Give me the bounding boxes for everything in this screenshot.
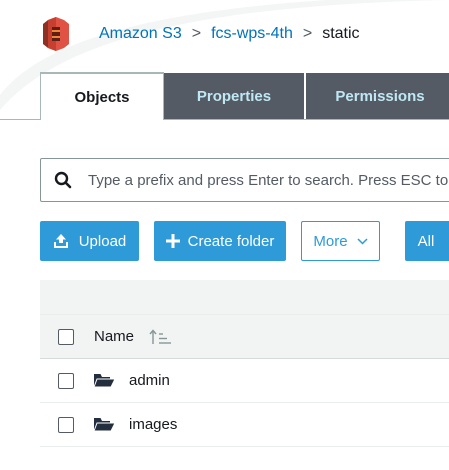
breadcrumb-separator: > (302, 25, 313, 42)
tabs-divider (0, 119, 40, 120)
column-header-name[interactable]: Name (94, 328, 134, 345)
tab-bar: Objects Properties Permissions (40, 72, 449, 120)
upload-button-label: Upload (78, 232, 127, 250)
all-versions-button[interactable]: All (405, 221, 449, 261)
select-all-checkbox[interactable] (58, 328, 74, 345)
row-checkbox[interactable] (58, 372, 74, 389)
search-input[interactable] (88, 171, 449, 189)
folder-open-icon (94, 417, 115, 432)
breadcrumb-link-bucket[interactable]: fcs-wps-4th (211, 25, 293, 43)
tab-properties[interactable]: Properties (164, 73, 306, 119)
tab-objects[interactable]: Objects (40, 72, 164, 120)
table-row[interactable]: images (40, 403, 449, 447)
more-dropdown-button[interactable]: More (301, 221, 380, 261)
folder-name[interactable]: images (129, 416, 177, 433)
all-button-label: All (417, 232, 435, 250)
create-folder-button-label: Create folder (187, 232, 275, 250)
upload-button[interactable]: Upload (40, 221, 139, 261)
breadcrumb-link-amazon-s3[interactable]: Amazon S3 (99, 25, 182, 43)
row-checkbox[interactable] (58, 416, 74, 433)
tab-permissions[interactable]: Permissions (306, 73, 449, 119)
table-toolbar (40, 280, 449, 314)
search-box (40, 158, 449, 202)
folder-open-icon (94, 373, 115, 388)
table-row[interactable]: admin (40, 359, 449, 403)
chevron-down-icon (357, 237, 368, 245)
breadcrumb-current: static (322, 25, 360, 42)
plus-icon (165, 234, 180, 248)
table-header-row: Name (40, 314, 449, 359)
upload-icon (53, 233, 69, 249)
amazon-s3-logo-icon[interactable] (40, 17, 72, 51)
create-folder-button[interactable]: Create folder (154, 221, 286, 261)
sort-ascending-icon[interactable] (149, 328, 173, 345)
breadcrumb-separator: > (191, 25, 202, 42)
s3-bucket-page: Amazon S3 > fcs-wps-4th > static Objects… (0, 0, 449, 470)
folder-name[interactable]: admin (129, 372, 170, 389)
breadcrumb: Amazon S3 > fcs-wps-4th > static (40, 16, 360, 52)
search-icon (54, 171, 72, 189)
more-button-label: More (313, 232, 348, 250)
